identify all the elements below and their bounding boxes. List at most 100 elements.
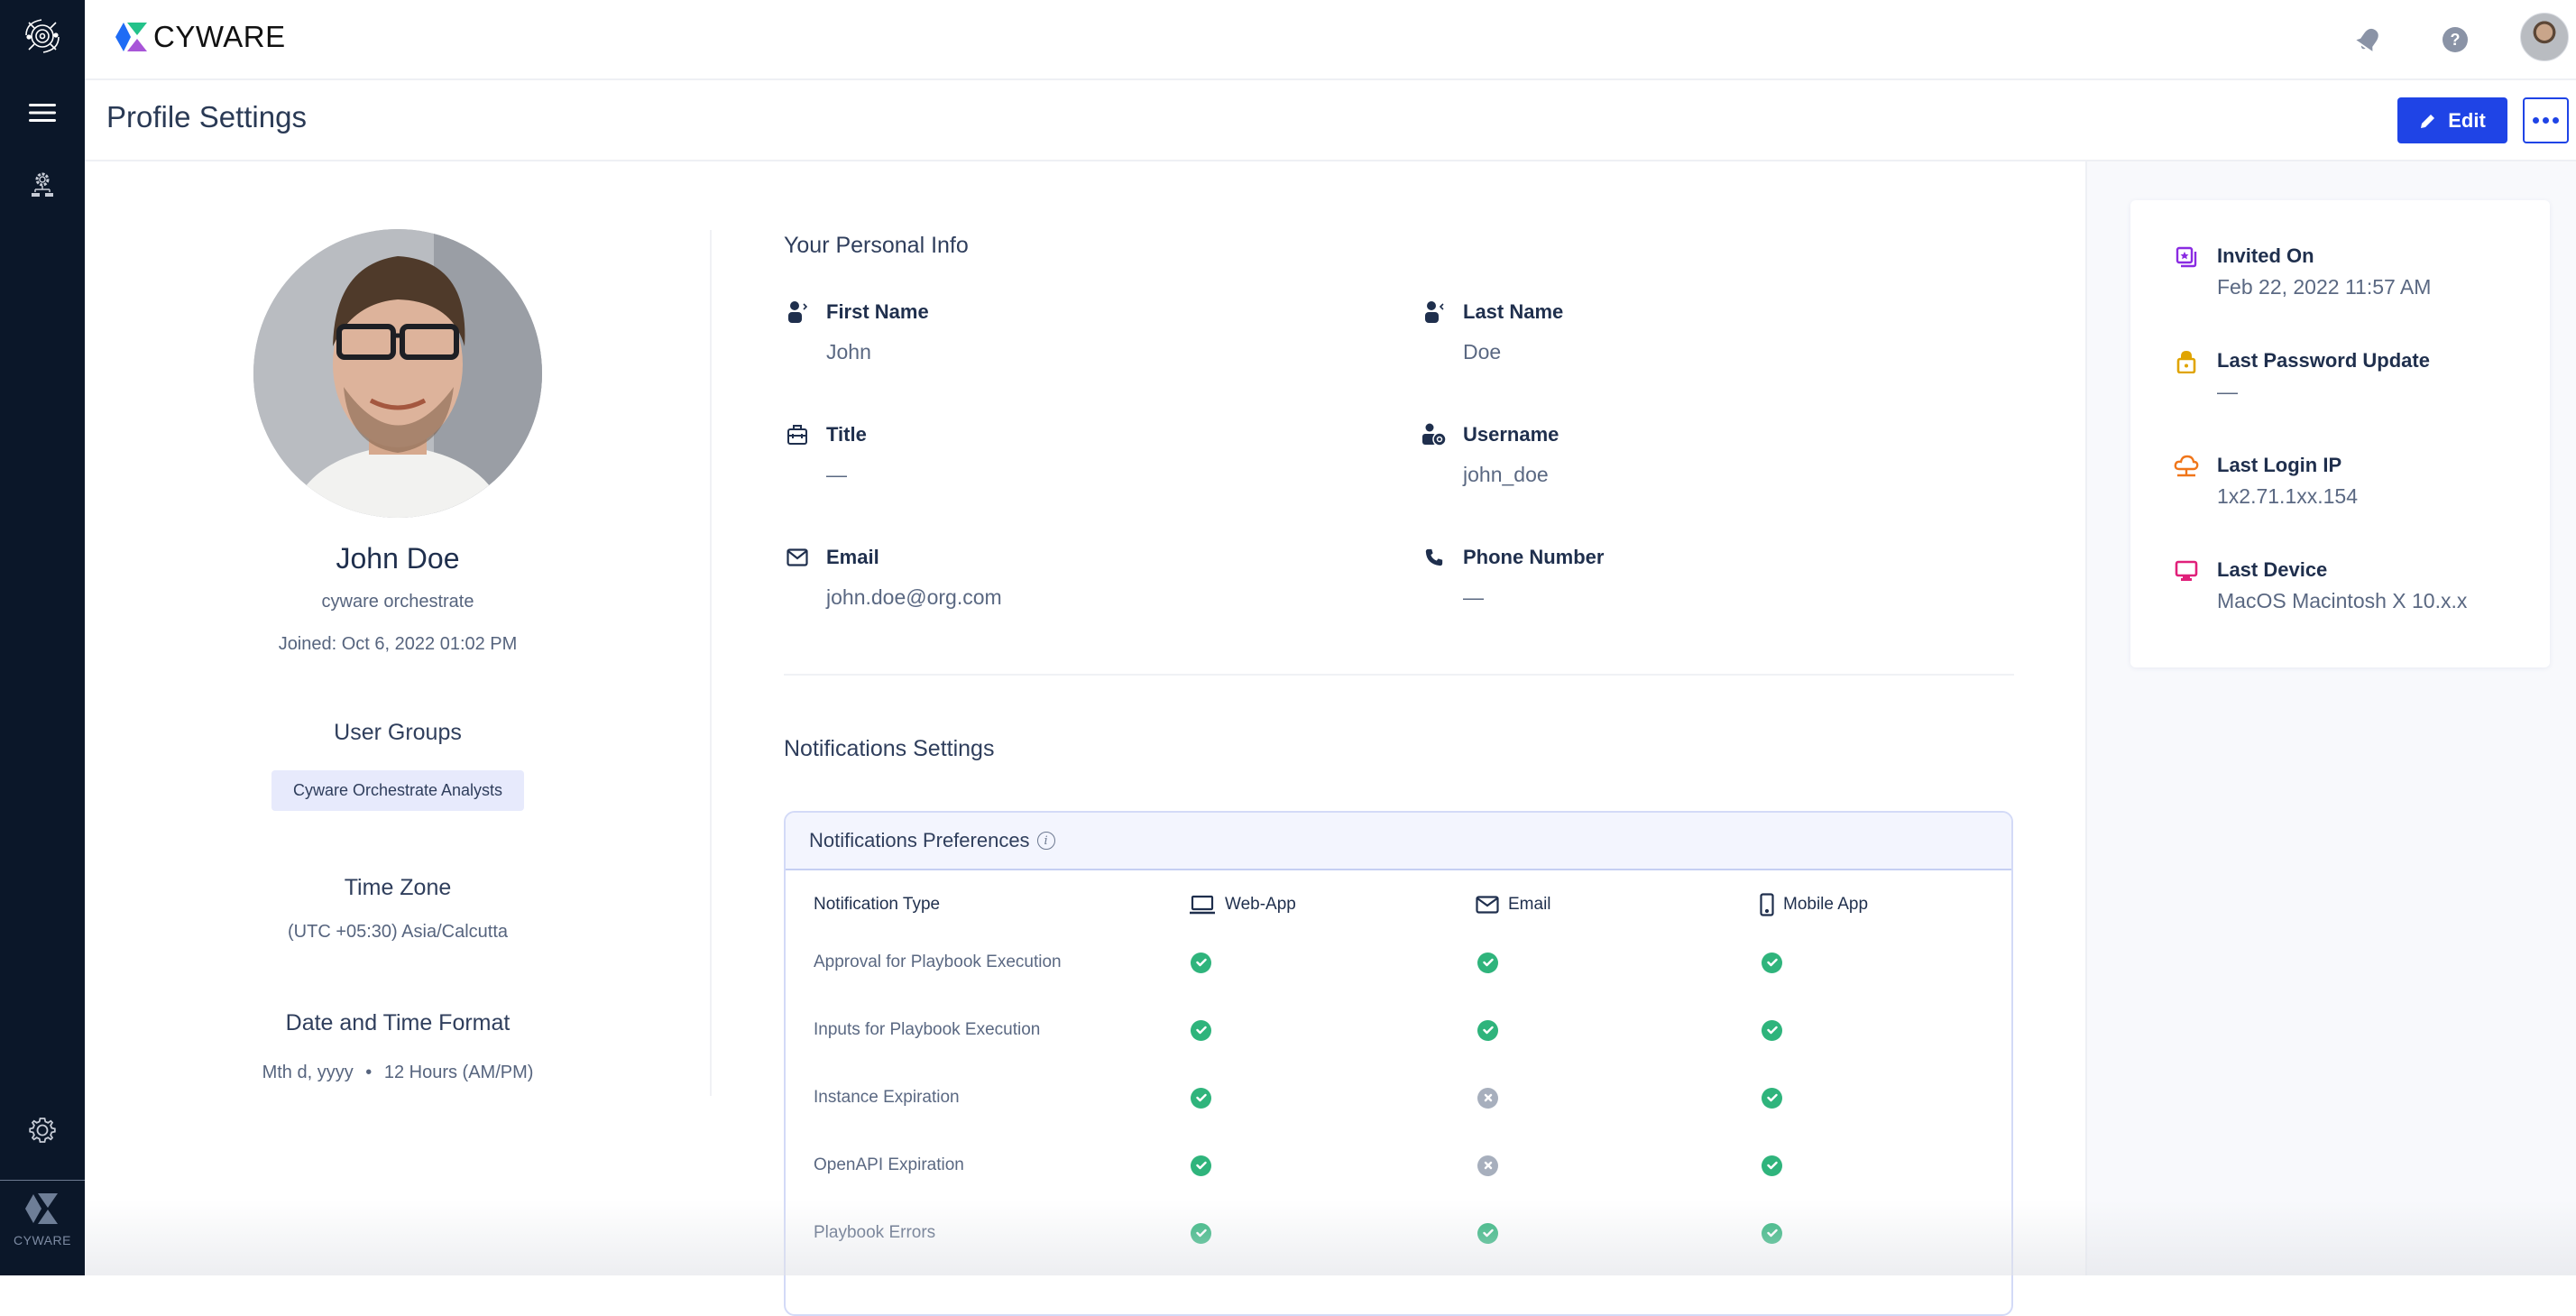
circuit-globe-icon	[25, 19, 60, 53]
column-header-notification-type: Notification Type	[814, 887, 940, 923]
brand-name: CYWARE	[153, 20, 286, 53]
notification-cell-web-app	[1191, 944, 1211, 980]
gear-hierarchy-icon	[32, 172, 53, 197]
check-circle-icon[interactable]	[1191, 1087, 1211, 1109]
check-circle-icon[interactable]	[1762, 1222, 1782, 1244]
check-circle-icon[interactable]	[1477, 1019, 1498, 1041]
help-button[interactable]: ?	[2435, 20, 2475, 60]
field-value[interactable]: john.doe@org.com	[826, 585, 1002, 610]
x-circle-icon[interactable]	[1477, 1087, 1498, 1109]
notifications-preferences-card: Notifications Preferences i Notification…	[784, 811, 2013, 1316]
profile-joined-date: Joined: Oct 6, 2022 01:02 PM	[278, 634, 518, 654]
notification-row: Inputs for Playbook Execution	[786, 1012, 2011, 1048]
field-value: John	[826, 340, 871, 364]
check-circle-icon[interactable]	[1762, 1019, 1782, 1041]
notification-cell-web-app	[1191, 1080, 1211, 1116]
notification-cell-mobile-app	[1762, 1080, 1782, 1116]
dot	[2533, 117, 2539, 124]
more-options-button[interactable]	[2523, 97, 2569, 143]
notifications-table-header: Notification Type Web-App Email Mobile A…	[786, 887, 2011, 923]
notification-type-label: OpenAPI Expiration	[814, 1155, 964, 1174]
meta-label: Last Device	[2217, 558, 2328, 581]
notifications-preferences-title: Notifications Preferences	[809, 829, 1030, 851]
hamburger-menu-icon	[29, 104, 56, 122]
profile-summary: John Doe cyware orchestrate Joined: Oct …	[85, 161, 711, 1275]
profile-photo	[253, 229, 542, 518]
cyware-logo[interactable]: CYWARE	[115, 20, 286, 54]
info-icon[interactable]: i	[1036, 832, 1055, 850]
user-icon	[784, 299, 811, 326]
notification-cell-email	[1477, 1215, 1498, 1251]
check-circle-icon[interactable]	[1191, 1222, 1211, 1244]
user-avatar[interactable]	[2520, 13, 2569, 61]
monitor-icon	[2174, 558, 2199, 584]
cloud-icon	[2174, 454, 2199, 479]
sidebar-item-settings[interactable]	[0, 1108, 85, 1153]
phone-icon	[1421, 544, 1448, 571]
notification-cell-web-app	[1191, 1215, 1211, 1251]
date-time-format-value: Mth d, yyyy • 12 Hours (AM/PM)	[85, 1063, 711, 1083]
notification-type-label: Instance Expiration	[814, 1088, 960, 1107]
sidebar-item-admin-hierarchy[interactable]	[0, 162, 85, 207]
check-circle-icon[interactable]	[1191, 952, 1211, 973]
meta-label: Last Login IP	[2217, 454, 2342, 476]
check-circle-icon[interactable]	[1477, 1222, 1498, 1244]
notifications-settings-heading: Notifications Settings	[784, 736, 995, 761]
mobile-phone-icon	[1760, 893, 1774, 916]
notifications-button[interactable]	[2349, 20, 2388, 60]
laptop-icon	[1190, 895, 1215, 915]
notifications-preferences-header: Notifications Preferences i	[786, 813, 2011, 870]
notification-type-label: Playbook Errors	[814, 1223, 936, 1242]
time-zone-value: (UTC +05:30) Asia/Calcutta	[288, 922, 508, 942]
sidebar-item-menu[interactable]	[0, 90, 85, 135]
check-circle-icon[interactable]	[1191, 1019, 1211, 1041]
cyware-logo-icon	[25, 1193, 58, 1224]
account-meta-panel: Invited On Feb 22, 2022 11:57 AM Last Pa…	[2085, 161, 2576, 1275]
check-circle-icon[interactable]	[1762, 1087, 1782, 1109]
notification-cell-mobile-app	[1762, 1215, 1782, 1251]
column-label: Notification Type	[814, 895, 941, 914]
account-meta-card: Invited On Feb 22, 2022 11:57 AM Last Pa…	[2130, 200, 2550, 667]
check-circle-icon[interactable]	[1762, 952, 1782, 973]
cyware-logo-icon	[115, 23, 147, 51]
column-label: Web-App	[1225, 895, 1296, 914]
x-circle-icon[interactable]	[1477, 1155, 1498, 1176]
meta-label: Last Password Update	[2217, 349, 2430, 372]
format-separator: •	[365, 1063, 373, 1082]
time-zone-heading: Time Zone	[344, 875, 452, 900]
notification-cell-web-app	[1191, 1012, 1211, 1048]
check-circle-icon[interactable]	[1477, 952, 1498, 973]
sidebar-brand: CYWARE	[0, 1192, 85, 1247]
pencil-icon	[2421, 114, 2435, 128]
edit-button[interactable]: Edit	[2397, 97, 2507, 143]
sidebar-item-orchestrate-home[interactable]	[0, 11, 85, 61]
dot	[2543, 117, 2549, 124]
notification-cell-email	[1477, 1012, 1498, 1048]
column-header-web-app: Web-App	[1189, 887, 1296, 923]
check-circle-icon[interactable]	[1191, 1155, 1211, 1176]
meta-label: Invited On	[2217, 244, 2314, 267]
mail-icon	[784, 544, 811, 571]
notification-cell-web-app	[1191, 1147, 1211, 1183]
notification-row: Instance Expiration	[786, 1080, 2011, 1116]
notification-cell-email	[1477, 1080, 1498, 1116]
check-circle-icon[interactable]	[1762, 1155, 1782, 1176]
help-icon: ?	[2443, 27, 2468, 52]
edit-button-label: Edit	[2448, 108, 2486, 132]
field-value: —	[826, 463, 847, 486]
field-label: Title	[826, 423, 867, 446]
invite-icon	[2174, 244, 2199, 270]
notification-row: Approval for Playbook Execution	[786, 944, 2011, 980]
sidebar-divider	[0, 1180, 85, 1181]
profile-organization: cyware orchestrate	[321, 592, 474, 612]
meta-value: Feb 22, 2022 11:57 AM	[2217, 275, 2432, 299]
notification-cell-email	[1477, 1147, 1498, 1183]
user-icon	[1421, 299, 1448, 326]
profile-name: John Doe	[336, 542, 460, 575]
notification-cell-email	[1477, 944, 1498, 980]
user-group-chip[interactable]: Cyware Orchestrate Analysts	[271, 770, 524, 811]
column-header-mobile-app: Mobile App	[1760, 887, 1868, 923]
user-groups-heading: User Groups	[334, 720, 462, 745]
field-value: john_doe	[1463, 463, 1549, 486]
meta-value: MacOS Macintosh X 10.x.x	[2217, 589, 2468, 612]
